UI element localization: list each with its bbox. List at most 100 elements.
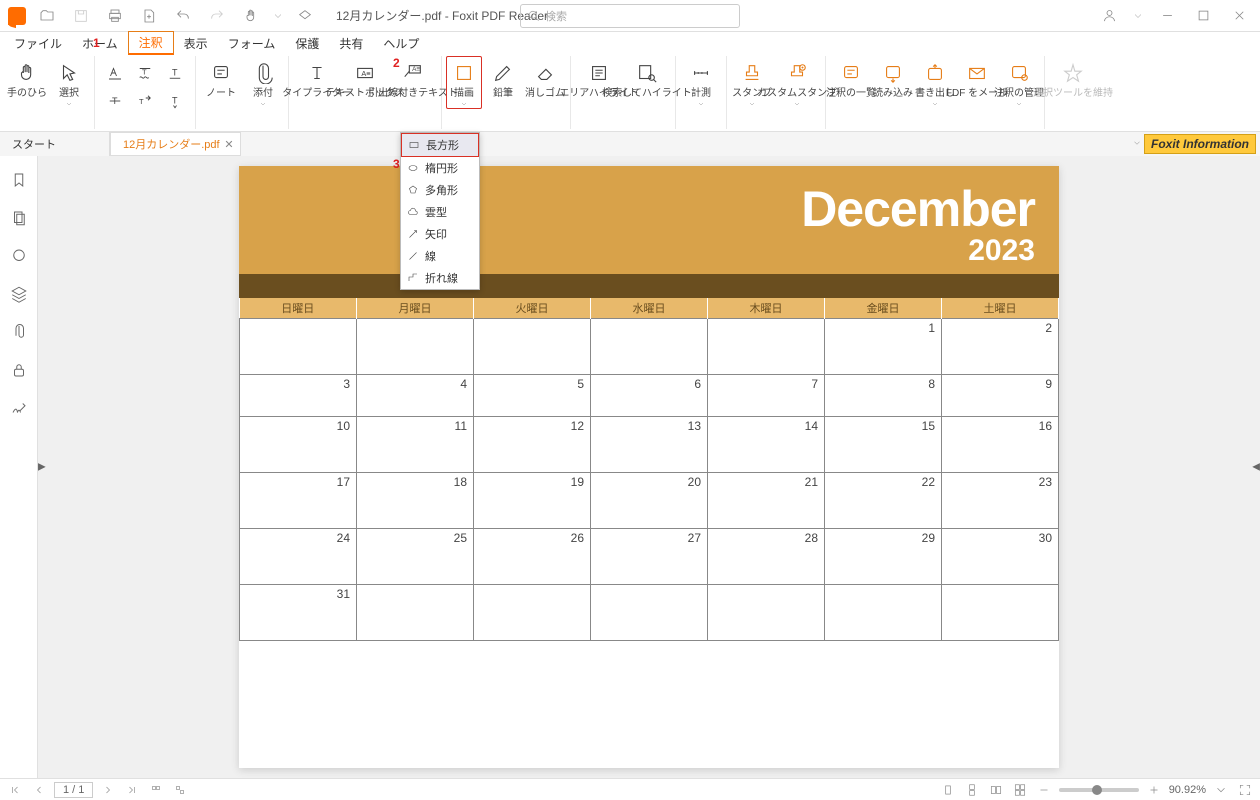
import-tool[interactable]: 読み込み [872, 56, 914, 100]
statusbar: 1 / 1 90.92% [0, 778, 1260, 800]
dd-arrow[interactable]: 矢印 [401, 223, 479, 245]
menu-protect[interactable]: 保護 [285, 33, 329, 54]
highlight-icon[interactable] [101, 60, 129, 86]
dd-rectangle[interactable]: 長方形 [401, 133, 479, 157]
weekday-header: 火曜日 [474, 298, 591, 319]
menu-file[interactable]: ファイル [4, 33, 72, 54]
menu-view[interactable]: 表示 [174, 33, 218, 54]
calendar-cell [474, 319, 591, 375]
account-chevron-icon[interactable] [1132, 10, 1144, 22]
hand-quick-icon[interactable] [238, 3, 264, 29]
new-page-icon[interactable] [136, 3, 162, 29]
customize-icon[interactable] [292, 3, 318, 29]
calendar-cell: 27 [591, 529, 708, 585]
calendar-cell: 6 [591, 375, 708, 417]
draw-tool[interactable]: 描画 [446, 56, 482, 109]
search-input[interactable]: 検索 [520, 4, 740, 28]
hand-tool[interactable]: 手のひら [6, 56, 48, 100]
account-icon[interactable] [1096, 3, 1122, 29]
menu-comment[interactable]: 注釈 [128, 31, 174, 55]
svg-text:A≡: A≡ [361, 69, 370, 78]
comments-icon[interactable] [9, 246, 29, 266]
print-icon[interactable] [102, 3, 128, 29]
menu-share[interactable]: 共有 [329, 33, 373, 54]
insert-text-icon[interactable]: T [161, 88, 189, 114]
view-facing-icon[interactable] [987, 781, 1005, 799]
calendar-cell: 15 [825, 417, 942, 473]
stamp-tool[interactable]: スタンプ [731, 56, 773, 108]
zoom-in-icon[interactable] [1145, 781, 1163, 799]
weekday-header: 木曜日 [708, 298, 825, 319]
dd-polyline[interactable]: 折れ線 [401, 267, 479, 289]
tab-close-icon[interactable]: ✕ [224, 138, 233, 151]
tab-menu-chevron-icon[interactable] [1132, 138, 1142, 151]
fdf-mail-tool[interactable]: FDF をメール [956, 56, 998, 100]
tab-document[interactable]: 12月カレンダー.pdf ✕ [110, 132, 241, 156]
page-input[interactable]: 1 / 1 [54, 782, 93, 798]
quick-menu-chevron-icon[interactable] [272, 10, 284, 22]
calendar-cell [357, 585, 474, 641]
left-nav-panel [0, 156, 38, 778]
zoom-out-icon[interactable] [1035, 781, 1053, 799]
security-icon[interactable] [9, 360, 29, 380]
attachments-icon[interactable] [9, 322, 29, 342]
strikeout-icon[interactable]: T [101, 88, 129, 114]
redo-icon[interactable] [204, 3, 230, 29]
dd-polygon[interactable]: 多角形 [401, 179, 479, 201]
calendar-cell: 29 [825, 529, 942, 585]
zoom-chevron-icon[interactable] [1212, 781, 1230, 799]
replace-text-icon[interactable]: T [131, 88, 159, 114]
pages-icon[interactable] [9, 208, 29, 228]
bookmark-icon[interactable] [9, 170, 29, 190]
attach-tool[interactable]: 添付 [242, 56, 284, 108]
weekday-header: 水曜日 [591, 298, 708, 319]
thumbs-icon[interactable] [147, 781, 165, 799]
left-expand-icon[interactable]: ▶ [38, 462, 46, 473]
menu-help[interactable]: ヘルプ [373, 33, 429, 54]
minimize-icon[interactable] [1154, 3, 1180, 29]
note-tool[interactable]: ノート [200, 56, 242, 100]
first-page-icon[interactable] [6, 781, 24, 799]
dd-cloud[interactable]: 雲型 [401, 201, 479, 223]
calendar-cell: 13 [591, 417, 708, 473]
undo-icon[interactable] [170, 3, 196, 29]
dd-line[interactable]: 線 [401, 245, 479, 267]
menu-form[interactable]: フォーム [218, 33, 286, 54]
document-viewport[interactable]: December 2023 日曜日月曜日火曜日水曜日木曜日金曜日土曜日 1234… [38, 156, 1260, 778]
calendar-cell: 28 [708, 529, 825, 585]
fullscreen-icon[interactable] [1236, 781, 1254, 799]
dd-oval[interactable]: 楕円形 [401, 157, 479, 179]
calendar-cell: 12 [474, 417, 591, 473]
calendar-cell: 1 [825, 319, 942, 375]
annot-list-tool[interactable]: 注釈の一覧 [830, 56, 872, 100]
close-icon[interactable] [1226, 3, 1252, 29]
save-icon[interactable] [68, 3, 94, 29]
view-facing-cont-icon[interactable] [1011, 781, 1029, 799]
layers-icon[interactable] [9, 284, 29, 304]
zoom-slider[interactable] [1059, 788, 1139, 792]
calendar-table: 日曜日月曜日火曜日水曜日木曜日金曜日土曜日 123456789101112131… [239, 298, 1059, 641]
tab-start[interactable]: スタート [0, 132, 110, 156]
measure-tool[interactable]: 計測 [680, 56, 722, 108]
last-page-icon[interactable] [123, 781, 141, 799]
search-highlight-tool[interactable]: 検索してハイライト [623, 56, 671, 100]
view-single-icon[interactable] [939, 781, 957, 799]
next-page-icon[interactable] [99, 781, 117, 799]
squiggly-icon[interactable]: T [131, 60, 159, 86]
export-tool[interactable]: 書き出し [914, 56, 956, 108]
thumbs2-icon[interactable] [171, 781, 189, 799]
maximize-icon[interactable] [1190, 3, 1216, 29]
signature-icon[interactable] [9, 398, 29, 418]
manage-tool[interactable]: 注釈の管理 [998, 56, 1040, 108]
chevron-down-icon [697, 100, 705, 108]
select-tool[interactable]: 選択 [48, 56, 90, 108]
open-icon[interactable] [34, 3, 60, 29]
view-continuous-icon[interactable] [963, 781, 981, 799]
underline-icon[interactable]: T [161, 60, 189, 86]
keep-tool[interactable]: 選択ツールを維持 [1049, 56, 1097, 100]
prev-page-icon[interactable] [30, 781, 48, 799]
right-expand-icon[interactable]: ◀ [1252, 462, 1260, 473]
pencil-tool[interactable]: 鉛筆 [482, 56, 524, 100]
custom-stamp-tool[interactable]: カスタムスタンプ [773, 56, 821, 108]
foxit-info-badge[interactable]: Foxit Information [1144, 134, 1256, 154]
